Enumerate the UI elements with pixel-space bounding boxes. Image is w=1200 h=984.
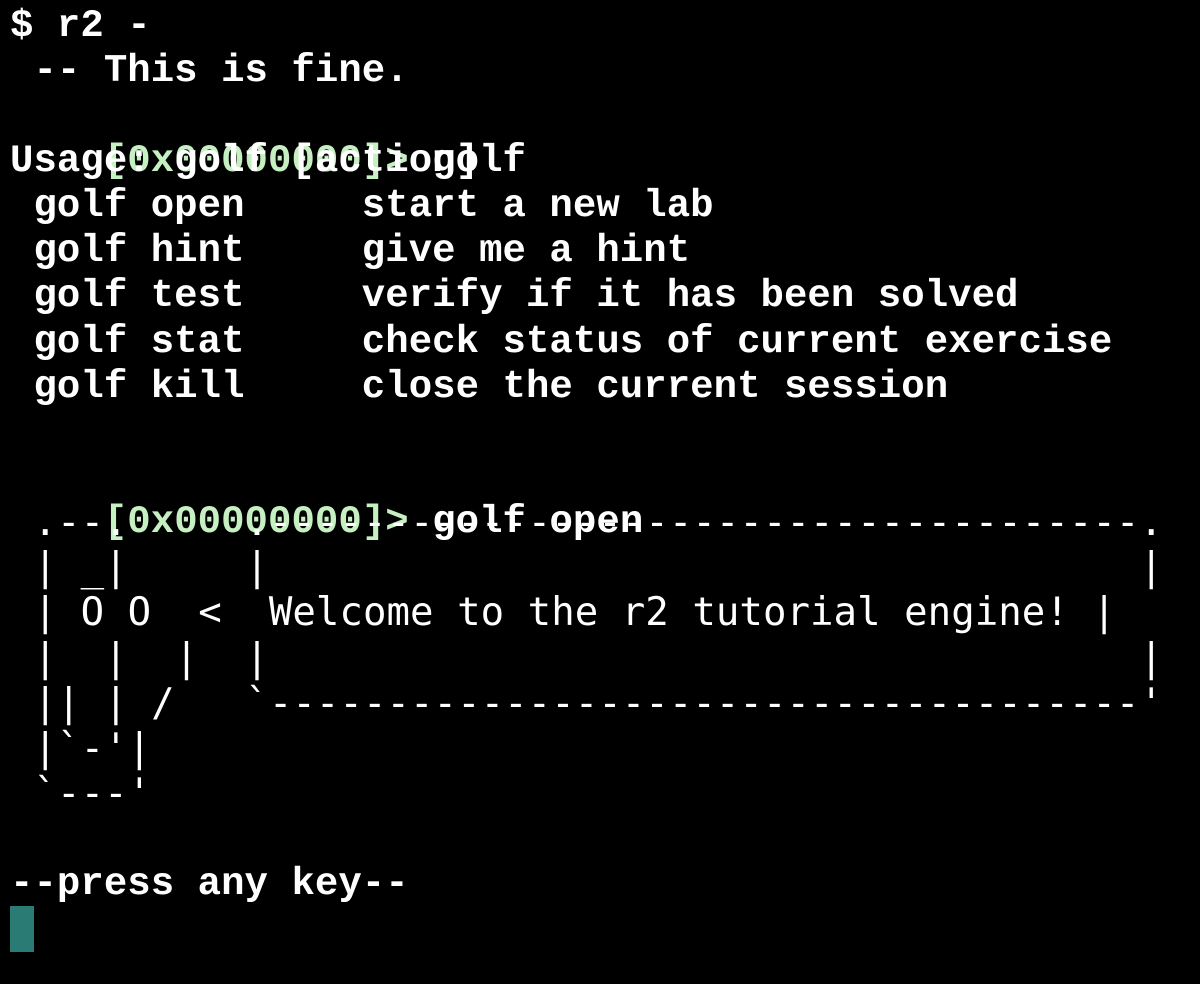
terminal-window[interactable]: $ r2 - -- This is fine. [0x00000000]> go…: [0, 0, 1200, 984]
help-row-hint: golf hint give me a hint: [10, 229, 691, 273]
usage-line: Usage: golf [action]: [10, 139, 480, 183]
help-row-stat: golf stat check status of current exerci…: [10, 320, 1113, 364]
help-row-open: golf open start a new lab: [10, 184, 714, 228]
ascii-art-line: |`-'|: [10, 726, 152, 771]
terminal-cursor: [10, 906, 34, 952]
welcome-banner-line: | O O < Welcome to the r2 tutorial engin…: [10, 590, 1116, 635]
ascii-art-line: .--. .----------------------------------…: [10, 500, 1163, 545]
ascii-art-line: `---': [10, 771, 152, 816]
r2-fortune-message: -- This is fine.: [10, 49, 409, 93]
press-any-key-message: --press any key--: [10, 862, 409, 906]
ascii-art-line: || | / `--------------------------------…: [10, 681, 1163, 726]
help-row-test: golf test verify if it has been solved: [10, 274, 1019, 318]
r2-prompt-line: [0x00000000]> golf: [10, 94, 526, 183]
help-row-kill: golf kill close the current session: [10, 365, 949, 409]
r2-prompt-line: [0x00000000]> golf open: [10, 455, 643, 544]
shell-command-line: $ r2 -: [10, 4, 151, 48]
ascii-art-line: | | | | |: [10, 636, 1163, 681]
ascii-art-line: | _| | |: [10, 545, 1163, 590]
